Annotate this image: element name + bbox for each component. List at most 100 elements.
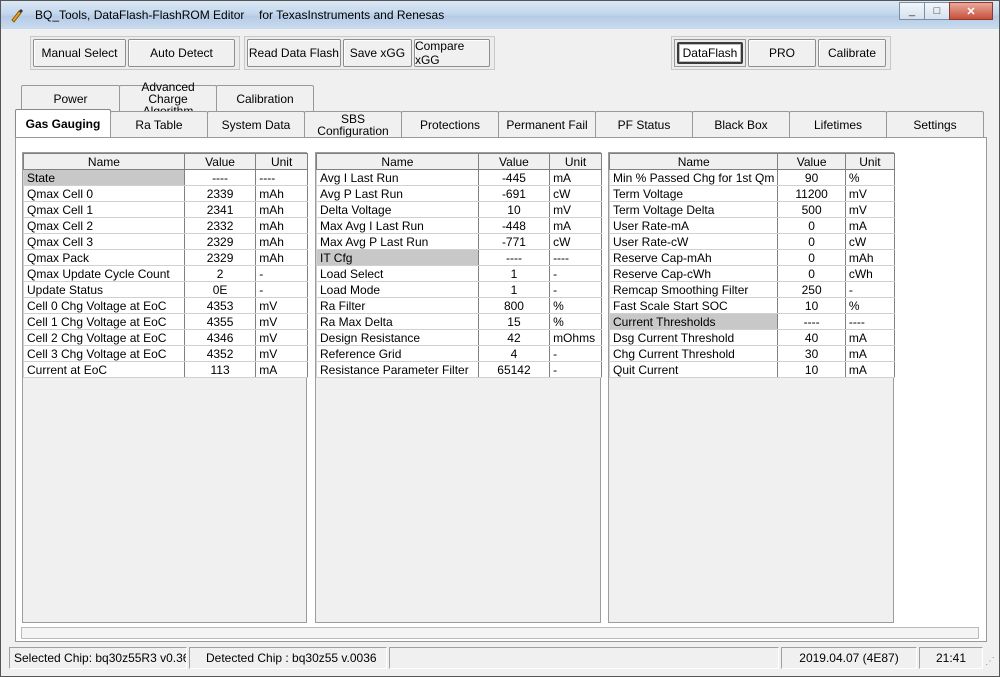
tab-calibration[interactable]: Calibration — [216, 85, 314, 111]
table-row[interactable]: Reference Grid 4- — [316, 345, 602, 362]
column-header-name[interactable]: Name — [316, 153, 479, 170]
table-row[interactable]: Load Select 1- — [316, 265, 602, 282]
cell-value[interactable]: 4 — [477, 345, 551, 362]
table-row[interactable]: Current at EoC 113 mA — [23, 361, 308, 378]
table-row[interactable]: Cell 2 Chg Voltage at EoC 4346 mV — [23, 329, 308, 346]
cell-value[interactable]: 0 — [777, 217, 846, 234]
dataflash-button[interactable]: DataFlash — [677, 42, 743, 64]
tab-pf-status[interactable]: PF Status — [595, 111, 693, 137]
column-header-name[interactable]: Name — [23, 153, 185, 170]
cell-value[interactable]: -448 — [477, 217, 551, 234]
cell-value[interactable]: 10 — [777, 361, 846, 378]
table-row[interactable]: IT Cfg ---- ---- — [316, 249, 602, 266]
cell-value[interactable]: 15 — [477, 313, 551, 330]
table-row[interactable]: Fast Scale Start SOC 10% — [608, 297, 896, 314]
table-row[interactable]: Resistance Parameter Filter 65142- — [316, 361, 602, 378]
table-row[interactable]: User Rate-mA 0 mA — [608, 217, 896, 234]
cell-value[interactable]: 2341 — [183, 201, 257, 218]
table-row[interactable]: Qmax Cell 2 2332 mAh — [23, 217, 308, 234]
compare-xgg-button[interactable]: Compare xGG — [413, 39, 490, 67]
table-row[interactable]: Max Avg I Last Run -448 mA — [316, 217, 602, 234]
cell-value[interactable]: 0 — [777, 249, 846, 266]
column-header-value[interactable]: Value — [777, 153, 846, 170]
table-row[interactable]: Chg Current Threshold 30 mA — [608, 345, 896, 362]
table-row[interactable]: Min % Passed Chg for 1st Qm 90% — [608, 169, 896, 186]
column-header-value[interactable]: Value — [183, 153, 257, 170]
table-row[interactable]: Quit Current 10 mA — [608, 361, 896, 378]
resize-grip-icon[interactable]: ⋰ — [985, 656, 997, 668]
cell-value[interactable]: 1 — [477, 281, 551, 298]
cell-value[interactable]: ---- — [777, 313, 846, 330]
title-bar[interactable]: BQ_Tools, DataFlash-FlashROM Editor for … — [1, 1, 999, 29]
table-row[interactable]: Design Resistance 42 mOhms — [316, 329, 602, 346]
tab-gas-gauging[interactable]: Gas Gauging — [15, 109, 111, 137]
table-row[interactable]: Qmax Cell 1 2341 mAh — [23, 201, 308, 218]
cell-value[interactable]: -691 — [477, 185, 551, 202]
cell-value[interactable]: 2 — [183, 265, 257, 282]
column-header-value[interactable]: Value — [477, 153, 551, 170]
cell-value[interactable]: 90 — [777, 169, 846, 186]
cell-value[interactable]: 4346 — [183, 329, 257, 346]
cell-value[interactable]: 30 — [777, 345, 846, 362]
cell-value[interactable]: 2329 — [183, 233, 257, 250]
cell-value[interactable]: 1 — [477, 265, 551, 282]
cell-value[interactable]: 2332 — [183, 217, 257, 234]
tab-ra-table[interactable]: Ra Table — [110, 111, 208, 137]
table-row[interactable]: Update Status 0E - — [23, 281, 308, 298]
cell-value[interactable]: 2329 — [183, 249, 257, 266]
auto-detect-button[interactable]: Auto Detect — [128, 39, 235, 67]
tab-system-data[interactable]: System Data — [207, 111, 305, 137]
cell-value[interactable]: 800 — [477, 297, 551, 314]
table-row[interactable]: Qmax Pack 2329 mAh — [23, 249, 308, 266]
cell-value[interactable]: 0 — [777, 265, 846, 282]
column-header-unit[interactable]: Unit — [255, 153, 308, 170]
table-row[interactable]: Current Thresholds ---- ---- — [608, 313, 896, 330]
column-header-name[interactable]: Name — [608, 153, 779, 170]
table-row[interactable]: Avg I Last Run -445 mA — [316, 169, 602, 186]
cell-value[interactable]: 40 — [777, 329, 846, 346]
cell-value[interactable]: 42 — [477, 329, 551, 346]
cell-value[interactable]: 113 — [183, 361, 257, 378]
table-row[interactable]: Cell 0 Chg Voltage at EoC 4353 mV — [23, 297, 308, 314]
cell-value[interactable]: 250 — [777, 281, 846, 298]
table-row[interactable]: Cell 3 Chg Voltage at EoC 4352 mV — [23, 345, 308, 362]
calibrate-button[interactable]: Calibrate — [818, 39, 886, 67]
tab-sbs-configuration[interactable]: SBS Configuration — [304, 111, 402, 137]
table-row[interactable]: Qmax Update Cycle Count 2- — [23, 265, 308, 282]
table-row[interactable]: Dsg Current Threshold 40 mA — [608, 329, 896, 346]
cell-value[interactable]: 10 — [477, 201, 551, 218]
tab-lifetimes[interactable]: Lifetimes — [789, 111, 887, 137]
cell-value[interactable]: 0E — [183, 281, 257, 298]
table-row[interactable]: Term Voltage 11200 mV — [608, 185, 896, 202]
cell-value[interactable]: 4355 — [183, 313, 257, 330]
cell-value[interactable]: 4352 — [183, 345, 257, 362]
table-row[interactable]: Remcap Smoothing Filter 250- — [608, 281, 896, 298]
column-header-unit[interactable]: Unit — [844, 153, 896, 170]
table-row[interactable]: Ra Filter 800% — [316, 297, 602, 314]
cell-value[interactable]: 65142 — [477, 361, 551, 378]
table-row[interactable]: Qmax Cell 3 2329 mAh — [23, 233, 308, 250]
close-button[interactable]: ✕ — [949, 2, 993, 20]
table-row[interactable]: Avg P Last Run -691 cW — [316, 185, 602, 202]
tab-protections[interactable]: Protections — [401, 111, 499, 137]
cell-value[interactable]: 11200 — [777, 185, 846, 202]
table-row[interactable]: Max Avg P Last Run -771 cW — [316, 233, 602, 250]
cell-value[interactable]: -771 — [477, 233, 551, 250]
cell-value[interactable]: 2339 — [183, 185, 257, 202]
table-row[interactable]: Reserve Cap-cWh 0 cWh — [608, 265, 896, 282]
tab-power[interactable]: Power — [21, 85, 120, 111]
cell-value[interactable]: 0 — [777, 233, 846, 250]
cell-value[interactable]: ---- — [183, 169, 257, 186]
cell-value[interactable]: 10 — [777, 297, 846, 314]
tab-settings[interactable]: Settings — [886, 111, 984, 137]
table-row[interactable]: Reserve Cap-mAh 0 mAh — [608, 249, 896, 266]
table-row[interactable]: Delta Voltage 10 mV — [316, 201, 602, 218]
table-row[interactable]: Term Voltage Delta 500 mV — [608, 201, 896, 218]
save-xgg-button[interactable]: Save xGG — [342, 39, 412, 67]
table-row[interactable]: User Rate-cW 0 cW — [608, 233, 896, 250]
tab-advanced-charge-algorithm[interactable]: Advanced Charge Algorithm — [119, 81, 217, 117]
cell-value[interactable]: 4353 — [183, 297, 257, 314]
cell-value[interactable]: 500 — [777, 201, 846, 218]
cell-value[interactable]: -445 — [477, 169, 551, 186]
tab-black-box[interactable]: Black Box — [692, 111, 790, 137]
